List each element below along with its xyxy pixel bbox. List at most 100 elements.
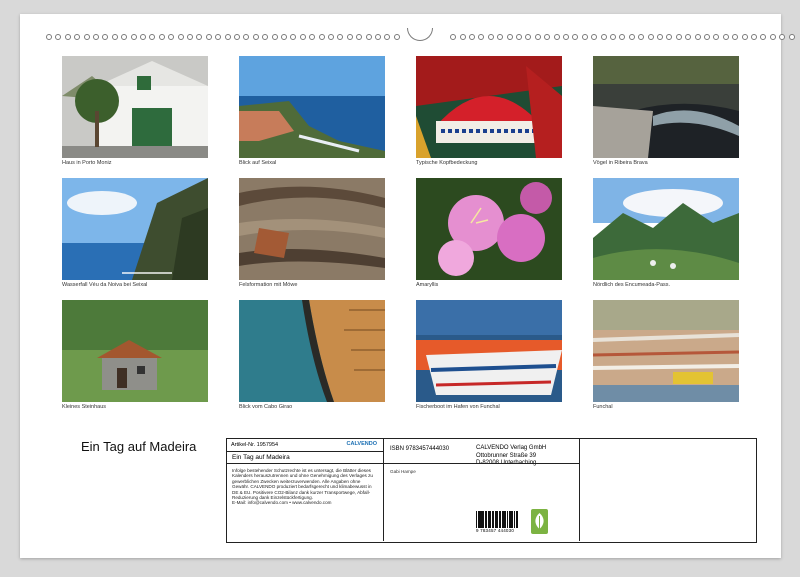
binding-ring — [384, 34, 391, 40]
binding-ring — [346, 34, 353, 40]
binding-ring — [55, 34, 62, 40]
binding-ring — [393, 34, 400, 40]
binding-ring — [506, 34, 513, 40]
barcode-bar — [516, 511, 518, 528]
photo-thumbnail — [239, 56, 385, 158]
binding-ring — [487, 34, 494, 40]
photo-tile: Felsformation mit Möwe — [239, 178, 385, 288]
photo-thumbnail — [593, 56, 739, 158]
photo-caption: Blick vom Cabo Girao — [239, 404, 293, 410]
photo-thumbnail — [593, 300, 739, 402]
binding-ring — [450, 34, 457, 40]
binding-ring — [628, 34, 635, 40]
photo-tile: Typische Kopfbedeckung — [416, 56, 562, 166]
binding-ring — [732, 34, 739, 40]
photo-tile: Fischerboot im Hafen von Funchal — [416, 300, 562, 410]
binding-ring — [83, 34, 90, 40]
product-info-box: Artikel-Nr. 1957954 CALVENDO Ein Tag auf… — [226, 438, 757, 543]
legal-notice: Infolge bestehender Schutzrechte ist es … — [227, 464, 383, 510]
info-column-3 — [580, 439, 755, 541]
binding-ring — [93, 34, 99, 40]
binding-ring — [563, 34, 569, 40]
binding-ring — [111, 34, 118, 40]
binding-ring — [779, 34, 786, 40]
binding-ring — [534, 34, 541, 40]
binding-ring — [638, 34, 645, 40]
binding-ring — [130, 34, 137, 40]
calvendo-logo-text: CALVENDO — [346, 441, 377, 447]
isbn: ISBN 9783457444030 — [390, 446, 450, 452]
photo-thumbnail — [416, 178, 562, 280]
binding-ring — [751, 34, 757, 40]
binding-ring — [704, 34, 710, 40]
binding-ring — [553, 34, 560, 40]
binding-ring — [102, 34, 109, 40]
binding-ring — [619, 34, 626, 40]
binding-ring — [140, 34, 146, 40]
photo-thumbnail — [62, 178, 208, 280]
photo-tile: Funchal — [593, 300, 739, 410]
binding-ring — [299, 34, 306, 40]
binding-ring — [478, 34, 485, 40]
binding-ring — [46, 34, 52, 40]
binding-ring — [234, 34, 240, 40]
binding-ring — [177, 34, 184, 40]
contact-line: E-Mail: info@calvendo.com • www.calvendo… — [232, 500, 332, 506]
binding-ring — [337, 34, 344, 40]
binding-ring — [713, 34, 720, 40]
photo-caption: Kleines Steinhaus — [62, 404, 107, 410]
binding-ring — [600, 34, 607, 40]
binding-ring — [187, 34, 193, 40]
binding-ring — [121, 34, 128, 40]
binding-ring — [149, 34, 156, 40]
photo-tile: Amaryllis — [416, 178, 562, 288]
info-column-1: Artikel-Nr. 1957954 CALVENDO Ein Tag auf… — [227, 439, 384, 541]
binding-ring — [74, 34, 81, 40]
binding-ring — [252, 34, 259, 40]
binding-ring — [657, 34, 663, 40]
fsc-leaf-icon — [531, 509, 548, 534]
photo-tile: Vögel in Ribeira Brava — [593, 56, 739, 166]
binding-ring — [544, 34, 551, 40]
photo-caption: Vögel in Ribeira Brava — [593, 160, 648, 166]
binding-ring — [769, 34, 776, 40]
binding-ring — [205, 34, 212, 40]
binding-ring — [158, 34, 165, 40]
calendar-back-page: Haus in Porto Moniz Blick auf Seixal Typis… — [20, 14, 795, 558]
binding-ring — [215, 34, 222, 40]
binding-ring — [318, 34, 325, 40]
legal-text: Infolge bestehender Schutzrechte ist es … — [232, 468, 373, 501]
binding-ring — [309, 34, 316, 40]
barcode: 9 783457 444030 — [476, 511, 520, 533]
binding-ring — [610, 34, 616, 40]
info-column-2: ISBN 9783457444030 CALVENDO Verlag GmbH … — [384, 439, 580, 541]
binding-ring — [647, 34, 654, 40]
binding-ring — [290, 34, 297, 40]
binding-ring — [722, 34, 729, 40]
photo-caption: Typische Kopfbedeckung — [416, 160, 478, 166]
binding-ring — [685, 34, 692, 40]
calendar-title: Ein Tag auf Madeira — [81, 439, 197, 454]
barcode-number: 9 783457 444030 — [476, 528, 515, 533]
publisher-address: CALVENDO Verlag GmbH Ottobrunner Straße … — [476, 445, 546, 468]
article-number: Artikel-Nr. 1957954 — [231, 442, 279, 448]
binding-ring — [666, 34, 673, 40]
barcode-bars — [476, 511, 520, 528]
binding-ring — [525, 34, 532, 40]
binding-ring — [243, 34, 250, 40]
photo-thumbnail — [62, 56, 208, 158]
binding-ring — [281, 34, 287, 40]
photo-caption: Nördlich des Encumeada-Pass. — [593, 282, 671, 288]
photo-thumbnail — [416, 300, 562, 402]
binding-ring — [788, 34, 795, 40]
binding-ring — [572, 34, 579, 40]
photo-thumbnail — [593, 178, 739, 280]
photo-caption: Wasserfall Véu da Noiva bei Seixal — [62, 282, 148, 288]
binding-ring — [694, 34, 701, 40]
photo-tile: Nördlich des Encumeada-Pass. — [593, 178, 739, 288]
binding-ring — [365, 34, 372, 40]
photo-tile: Blick vom Cabo Girao — [239, 300, 385, 410]
photo-tile: Wasserfall Véu da Noiva bei Seixal — [62, 178, 208, 288]
binding-ring — [196, 34, 203, 40]
hanger-hook — [407, 28, 433, 41]
